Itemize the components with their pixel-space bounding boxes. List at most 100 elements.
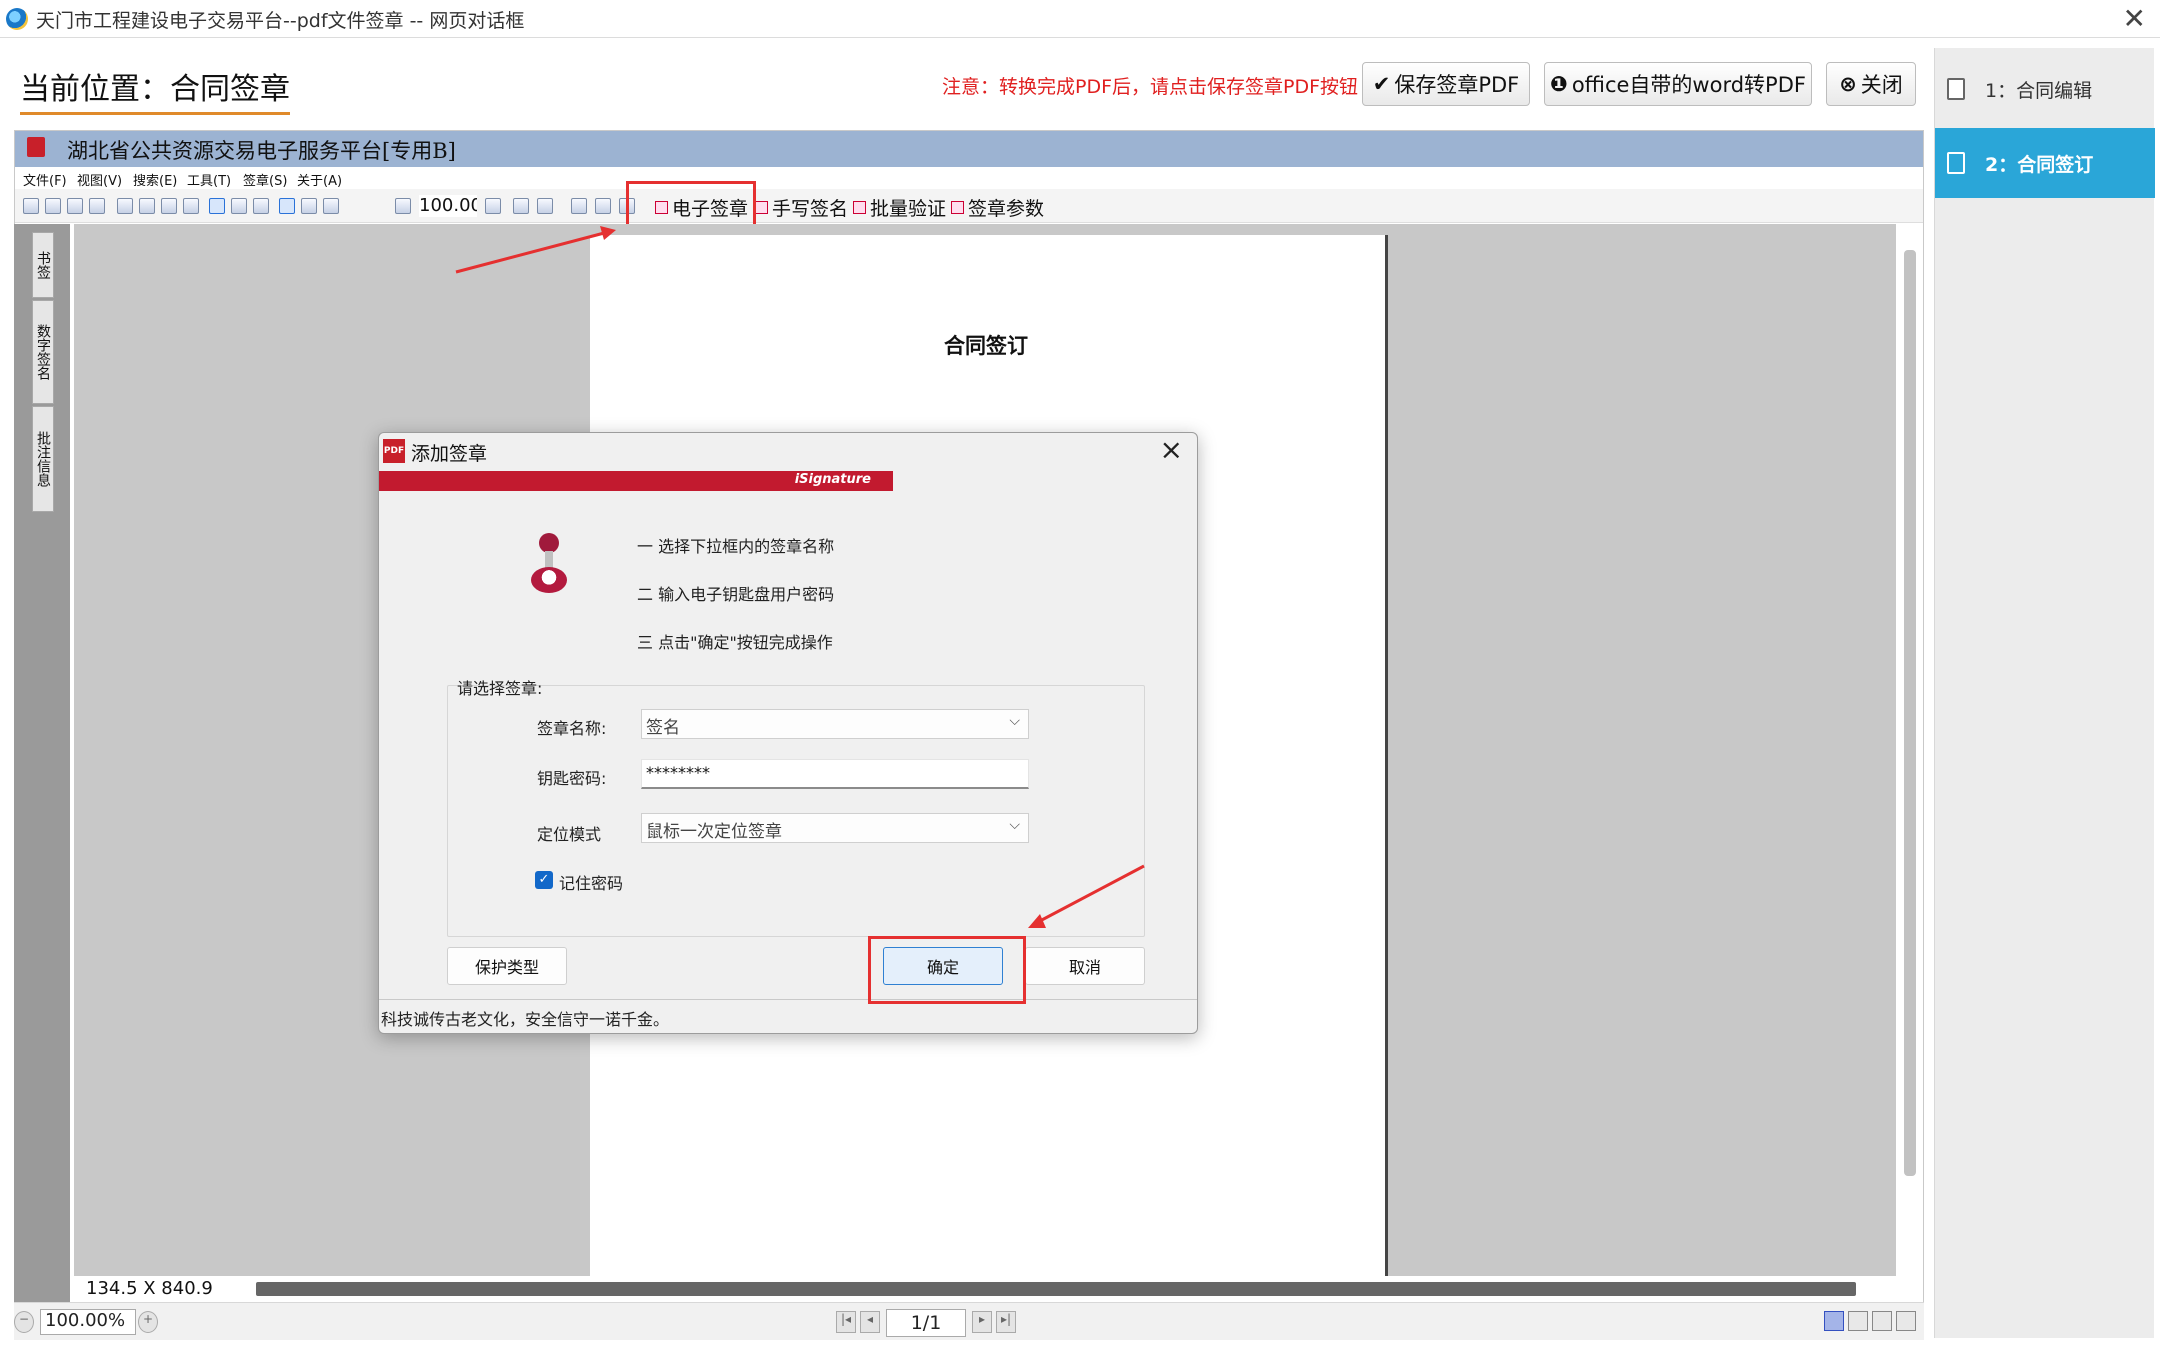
notice-text: 注意：转换完成PDF后，请点击保存签章PDF按钮: [942, 76, 1359, 98]
save-icon[interactable]: [45, 198, 61, 214]
plugin-menu-bar: 文件(F) 视图(V) 搜索(E) 工具(T) 签章(S) 关于(A): [15, 167, 1923, 189]
ie-app-icon: [6, 8, 28, 30]
seal-stamp-icon: [531, 533, 571, 597]
chevron-down-icon: ⌵: [1009, 713, 1020, 729]
pen-icon: [755, 201, 768, 214]
dialog-status-text: 科技诚传古老文化，安全信守一诺千金。: [379, 999, 1197, 1033]
single-page-view-icon[interactable]: [1824, 1311, 1844, 1331]
menu-about[interactable]: 关于(A): [297, 170, 342, 189]
window-title: 天门市工程建设电子交易平台--pdf文件签章 -- 网页对话框: [36, 10, 525, 32]
document-icon: [1947, 78, 1965, 100]
plugin-title: 湖北省公共资源交易电子服务平台[专用B]: [67, 139, 456, 163]
close-doc-icon[interactable]: [89, 198, 105, 214]
menu-view[interactable]: 视图(V): [77, 170, 122, 189]
save-signed-pdf-button[interactable]: ✔ 保存签章PDF: [1362, 62, 1530, 106]
cancel-button[interactable]: 取消: [1025, 947, 1145, 985]
pdf-icon: PDF: [383, 439, 405, 463]
tab-digital-signatures[interactable]: 数字签名: [32, 300, 54, 404]
password-field[interactable]: ********: [641, 759, 1029, 789]
chevron-down-icon: ⌵: [1009, 817, 1020, 833]
rotate-left-icon[interactable]: [513, 198, 529, 214]
ok-button-highlight: [868, 936, 1026, 1004]
bottom-zoom-field[interactable]: 100.00%: [40, 1309, 136, 1335]
add-seal-dialog: PDF 添加签章 × iSignature 一 选择下拉框内的签章名称 二 输入…: [378, 432, 1198, 1034]
tab-annotations[interactable]: 批注信息: [32, 406, 54, 512]
position-mode-label: 定位模式: [537, 825, 602, 844]
book-icon[interactable]: [161, 198, 177, 214]
seal-name-select[interactable]: 签名 ⌵: [641, 709, 1029, 739]
step-contract-sign[interactable]: 2：合同签订: [1935, 128, 2155, 198]
menu-signature[interactable]: 签章(S): [243, 170, 287, 189]
text-select-icon[interactable]: [231, 198, 247, 214]
zoom-out-small-icon[interactable]: −: [14, 1311, 34, 1333]
batch-verify-button[interactable]: 批量验证: [853, 194, 946, 221]
zoom-in-small-icon[interactable]: +: [138, 1311, 158, 1333]
properties-icon[interactable]: [139, 198, 155, 214]
page-header: 当前位置：合同签章 注意：转换完成PDF后，请点击保存签章PDF按钮 ✔ 保存签…: [14, 48, 1924, 126]
tools-icon[interactable]: [595, 198, 611, 214]
tab-bookmarks[interactable]: 书签: [32, 232, 54, 298]
horizontal-scrollbar[interactable]: [256, 1282, 1856, 1296]
seal-name-label: 签章名称:: [537, 719, 607, 738]
instruction-step-1: 一 选择下拉框内的签章名称: [637, 537, 835, 556]
plugin-title-bar: 湖北省公共资源交易电子服务平台[专用B]: [15, 131, 1923, 167]
step-contract-edit[interactable]: 1：合同编辑: [1935, 54, 2155, 124]
cursor-coordinates: 134.5 X 840.9 0': [86, 1278, 213, 1320]
open-icon[interactable]: [23, 198, 39, 214]
instruction-step-3: 三 点击"确定"按钮完成操作: [637, 633, 833, 652]
window-close-icon[interactable]: ✕: [2123, 2, 2146, 35]
brand-banner: iSignature: [379, 471, 893, 491]
brand-name: iSignature: [794, 472, 871, 487]
menu-tools[interactable]: 工具(T): [187, 170, 231, 189]
info-icon: ❶: [1550, 72, 1568, 96]
word-to-pdf-button[interactable]: ❶ office自带的word转PDF: [1544, 62, 1812, 106]
close-button[interactable]: ⊗ 关闭: [1826, 62, 1916, 106]
continuous-view-icon[interactable]: [1848, 1311, 1868, 1331]
window-title-bar: 天门市工程建设电子交易平台--pdf文件签章 -- 网页对话框 ✕: [0, 0, 2160, 38]
group-label: 请选择签章:: [457, 679, 543, 698]
print-icon[interactable]: [117, 198, 133, 214]
dialog-title-bar: PDF 添加签章 ×: [379, 433, 1197, 471]
fit-visible-icon[interactable]: [323, 198, 339, 214]
dialog-close-icon[interactable]: ×: [1160, 433, 1183, 466]
page-indicator[interactable]: 1/1: [886, 1309, 966, 1337]
fit-width-icon[interactable]: [301, 198, 317, 214]
remember-password-label: 记住密码: [559, 874, 624, 893]
menu-search[interactable]: 搜索(E): [133, 170, 177, 189]
instruction-step-2: 二 输入电子钥匙盘用户密码: [637, 585, 835, 604]
close-circle-icon: ⊗: [1839, 72, 1857, 96]
last-page-icon[interactable]: ▸|: [996, 1311, 1016, 1333]
hand-tool-icon[interactable]: [209, 198, 225, 214]
step-panel: 1：合同编辑 2：合同签订: [1934, 48, 2155, 1338]
zoom-input[interactable]: 100.00: [419, 195, 477, 217]
save-as-icon[interactable]: [67, 198, 83, 214]
protect-type-button[interactable]: 保护类型: [447, 947, 567, 985]
settings-icon: [951, 201, 964, 214]
menu-file[interactable]: 文件(F): [23, 170, 67, 189]
prev-page-icon[interactable]: ◂: [860, 1311, 880, 1333]
rotate-right-icon[interactable]: [537, 198, 553, 214]
document-icon: [1947, 152, 1965, 174]
handwritten-signature-button[interactable]: 手写签名: [755, 194, 848, 221]
plugin-toolbar: 100.00 电子签章 手写签名 批量验证 签章参数: [15, 189, 1923, 223]
snapshot-icon[interactable]: [253, 198, 269, 214]
check-icon: ✔: [1372, 72, 1391, 96]
facing-view-icon[interactable]: [1872, 1311, 1892, 1331]
vertical-scrollbar[interactable]: [1904, 250, 1916, 1176]
zoom-in-icon[interactable]: [485, 198, 501, 214]
fit-page-icon[interactable]: [279, 198, 295, 214]
position-mode-select[interactable]: 鼠标一次定位签章 ⌵: [641, 813, 1029, 843]
remember-password-checkbox[interactable]: ✓: [535, 871, 553, 889]
seal-button-highlight: [626, 181, 756, 229]
first-page-icon[interactable]: |◂: [836, 1311, 856, 1333]
password-label: 钥匙密码:: [537, 769, 607, 788]
zoom-out-icon[interactable]: [395, 198, 411, 214]
seal-params-button[interactable]: 签章参数: [951, 194, 1044, 221]
select-icon[interactable]: [183, 198, 199, 214]
next-page-icon[interactable]: ▸: [972, 1311, 992, 1333]
pdf-signature-dialog-window: 天门市工程建设电子交易平台--pdf文件签章 -- 网页对话框 ✕ 当前位置：合…: [0, 0, 2160, 1345]
continuous-facing-view-icon[interactable]: [1896, 1311, 1916, 1331]
plugin-status-bar: − 100.00% + |◂ ◂ 1/1 ▸ ▸|: [14, 1302, 1924, 1340]
find-icon[interactable]: [571, 198, 587, 214]
pdf-icon: [27, 137, 45, 157]
